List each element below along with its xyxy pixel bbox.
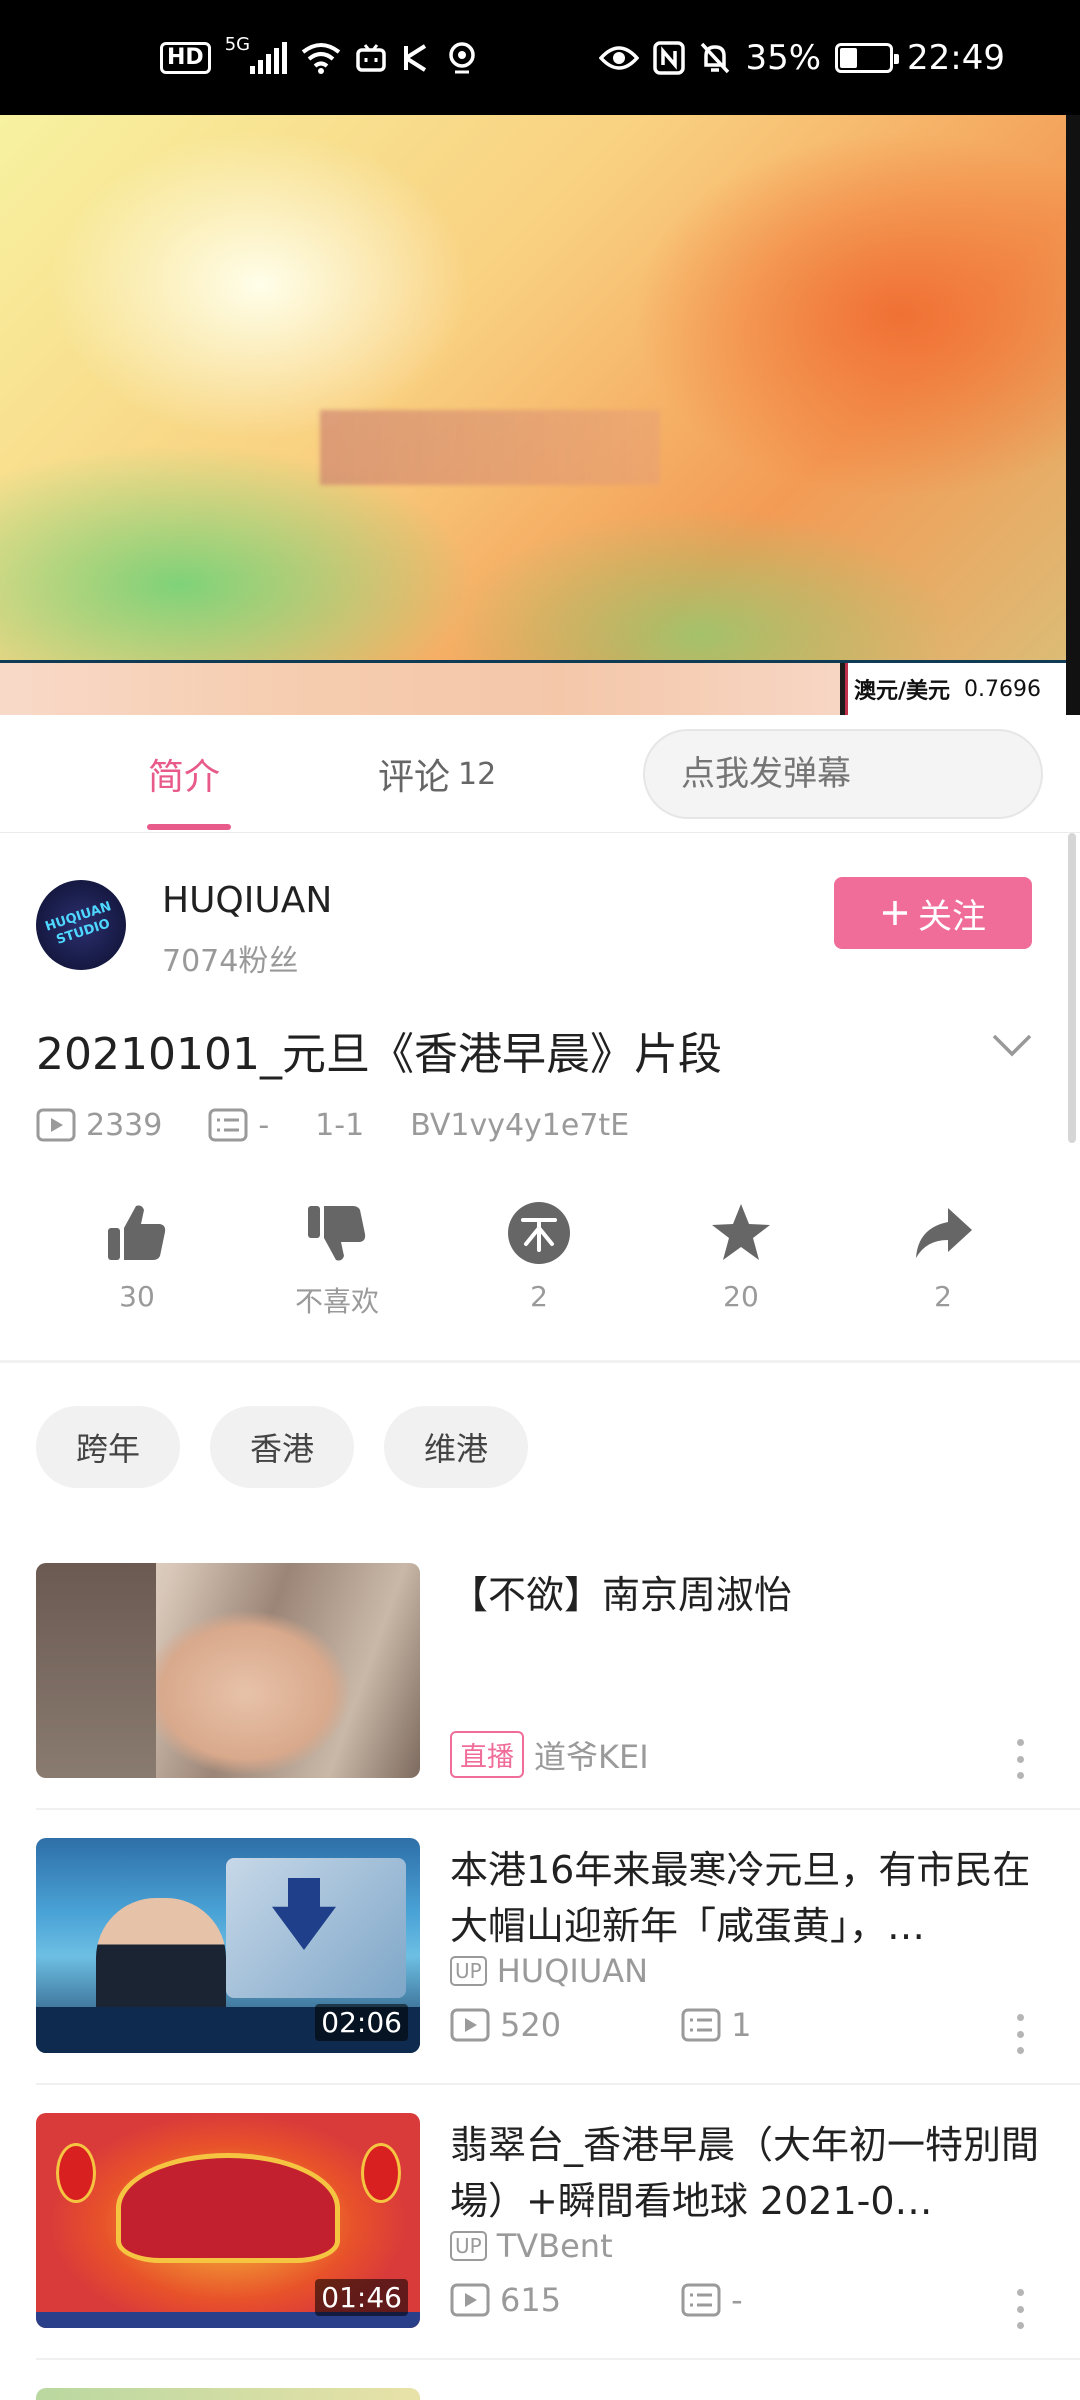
video-frame — [0, 115, 1066, 715]
bilibili-tv-icon — [355, 38, 387, 78]
danmaku-count-icon — [208, 1108, 248, 1142]
recommendation-item[interactable]: 01:46 翡翠台_香港早晨（大年初一特別間場）+瞬間看地球 2021-0… U… — [0, 2113, 1080, 2357]
recommendation-author: TVBent — [496, 2227, 613, 2265]
video-graphic — [320, 410, 660, 485]
danmaku-count-icon — [681, 2008, 721, 2042]
nfc-icon — [653, 38, 686, 78]
recommendation-thumbnail-partial — [36, 2388, 420, 2400]
recommendation-title: 【不欲】南京周淑怡 — [450, 1573, 793, 1617]
favorite-button[interactable]: 20 — [661, 1200, 821, 1313]
part-number: 1-1 — [315, 1107, 365, 1143]
wifi-icon — [301, 38, 341, 78]
recommendation-stats: 520 1 — [450, 2006, 751, 2044]
recommendation-item[interactable]: 【不欲】南京周淑怡 直播 道爷KEI — [0, 1563, 1080, 1807]
coin-button[interactable]: 2 — [459, 1200, 619, 1313]
tag-chip[interactable]: 跨年 — [36, 1406, 180, 1488]
plus-icon — [883, 901, 907, 925]
scrollbar[interactable] — [1068, 833, 1076, 1143]
danmaku-box: 弹 — [643, 729, 1043, 819]
more-options-icon[interactable] — [1012, 2289, 1028, 2329]
signal-icon: 5G — [225, 34, 288, 78]
like-button[interactable]: 30 — [57, 1200, 217, 1313]
tab-comments[interactable]: 评论 12 — [378, 715, 496, 833]
uploader-avatar[interactable]: HUQIUAN STUDIO — [36, 880, 126, 970]
share-icon — [916, 1208, 972, 1258]
status-bar-left: HD 5G — [160, 34, 479, 78]
tag-chip[interactable]: 香港 — [210, 1406, 354, 1488]
coin-icon — [508, 1202, 570, 1264]
video-player[interactable]: 澳元/美元 0.7696 — [0, 115, 1080, 715]
play-count-icon — [450, 2283, 490, 2317]
video-title: 20210101_元旦《香港早晨》片段 — [36, 1029, 722, 1080]
recommendation-thumbnail[interactable] — [36, 1563, 420, 1778]
up-badge: UP — [450, 1956, 487, 1986]
recommendation-author-line: UP HUQIUAN — [450, 1952, 648, 1990]
recommendation-plays: 615 — [500, 2281, 562, 2319]
recommendation-danmaku: - — [731, 2281, 743, 2319]
recommendation-author-line: UP TVBent — [450, 2227, 613, 2265]
section-divider — [0, 1360, 1080, 1363]
status-bar-right: 35% 22:49 — [599, 38, 1005, 78]
tag-chip[interactable]: 维港 — [384, 1406, 528, 1488]
comments-count: 12 — [458, 756, 497, 792]
mute-bell-icon — [699, 38, 731, 78]
recommendation-stats: 615 - — [450, 2281, 743, 2319]
bvid: BV1vy4y1e7tE — [410, 1107, 630, 1143]
recommendation-thumbnail[interactable]: 02:06 — [36, 1838, 420, 2053]
recommendation-duration: 02:06 — [315, 2004, 408, 2041]
tab-intro[interactable]: 简介 — [148, 715, 220, 833]
recommendation-title: 本港16年来最寒冷元旦，有市民在大帽山迎新年「咸蛋黄」，… — [450, 1848, 1031, 1948]
recommendation-danmaku: 1 — [731, 2006, 752, 2044]
share-button[interactable]: 2 — [863, 1200, 1023, 1313]
battery-percent: 35% — [745, 37, 822, 78]
play-count-icon — [450, 2008, 490, 2042]
recommendation-title: 翡翠台_香港早晨（大年初一特別間場）+瞬間看地球 2021-0… — [450, 2123, 1040, 2223]
tab-indicator — [147, 824, 231, 830]
recommendation-meta: 直播 道爷KEI — [450, 1731, 649, 1778]
ticker-bar — [0, 663, 840, 715]
dislike-button[interactable]: 不喜欢 — [257, 1200, 417, 1320]
play-count: 2339 — [86, 1107, 163, 1143]
recommendation-author: 道爷KEI — [534, 1737, 649, 1776]
chevron-down-icon[interactable] — [990, 1030, 1034, 1060]
play-count-icon — [36, 1108, 76, 1142]
more-options-icon[interactable] — [1012, 1739, 1028, 1779]
danmaku-count: - — [258, 1107, 270, 1143]
uploader-fans: 7074粉丝 — [162, 944, 299, 979]
video-meta: 2339 - 1-1 BV1vy4y1e7tE — [36, 1100, 629, 1150]
currency-ticker: 澳元/美元 0.7696 — [0, 660, 1066, 715]
location-icon — [445, 38, 479, 78]
recommendation-duration: 01:46 — [315, 2279, 408, 2316]
more-options-icon[interactable] — [1012, 2014, 1028, 2054]
recommendation-thumbnail[interactable]: 01:46 — [36, 2113, 420, 2328]
list-separator — [36, 2083, 1080, 2085]
recommendation-item[interactable]: 02:06 本港16年来最寒冷元旦，有市民在大帽山迎新年「咸蛋黄」，… UP H… — [0, 1838, 1080, 2082]
uploader-name[interactable]: HUQIUAN — [162, 880, 332, 921]
star-icon — [712, 1204, 770, 1260]
status-bar: HD 5G 35% 22:49 — [0, 0, 1080, 115]
list-separator — [36, 1808, 1080, 1810]
kwai-icon — [401, 38, 431, 78]
live-badge: 直播 — [450, 1731, 524, 1778]
recommendation-author: HUQIUAN — [496, 1952, 649, 1990]
hd-badge: HD — [160, 41, 211, 74]
action-bar: 30 不喜欢 2 20 2 — [0, 1200, 1080, 1330]
battery-icon — [835, 42, 900, 73]
recommendation-plays: 520 — [500, 2006, 562, 2044]
thumbs-down-icon — [308, 1206, 366, 1261]
follow-button[interactable]: 关注 — [834, 877, 1032, 949]
clock: 22:49 — [907, 37, 1005, 78]
up-badge: UP — [450, 2231, 487, 2261]
danmaku-input[interactable] — [645, 731, 1041, 817]
ticker-text: 澳元/美元 0.7696 — [845, 663, 1066, 715]
list-separator — [36, 2358, 1080, 2360]
eye-icon — [599, 38, 640, 78]
danmaku-count-icon — [681, 2283, 721, 2317]
thumbs-up-icon — [108, 1205, 166, 1260]
